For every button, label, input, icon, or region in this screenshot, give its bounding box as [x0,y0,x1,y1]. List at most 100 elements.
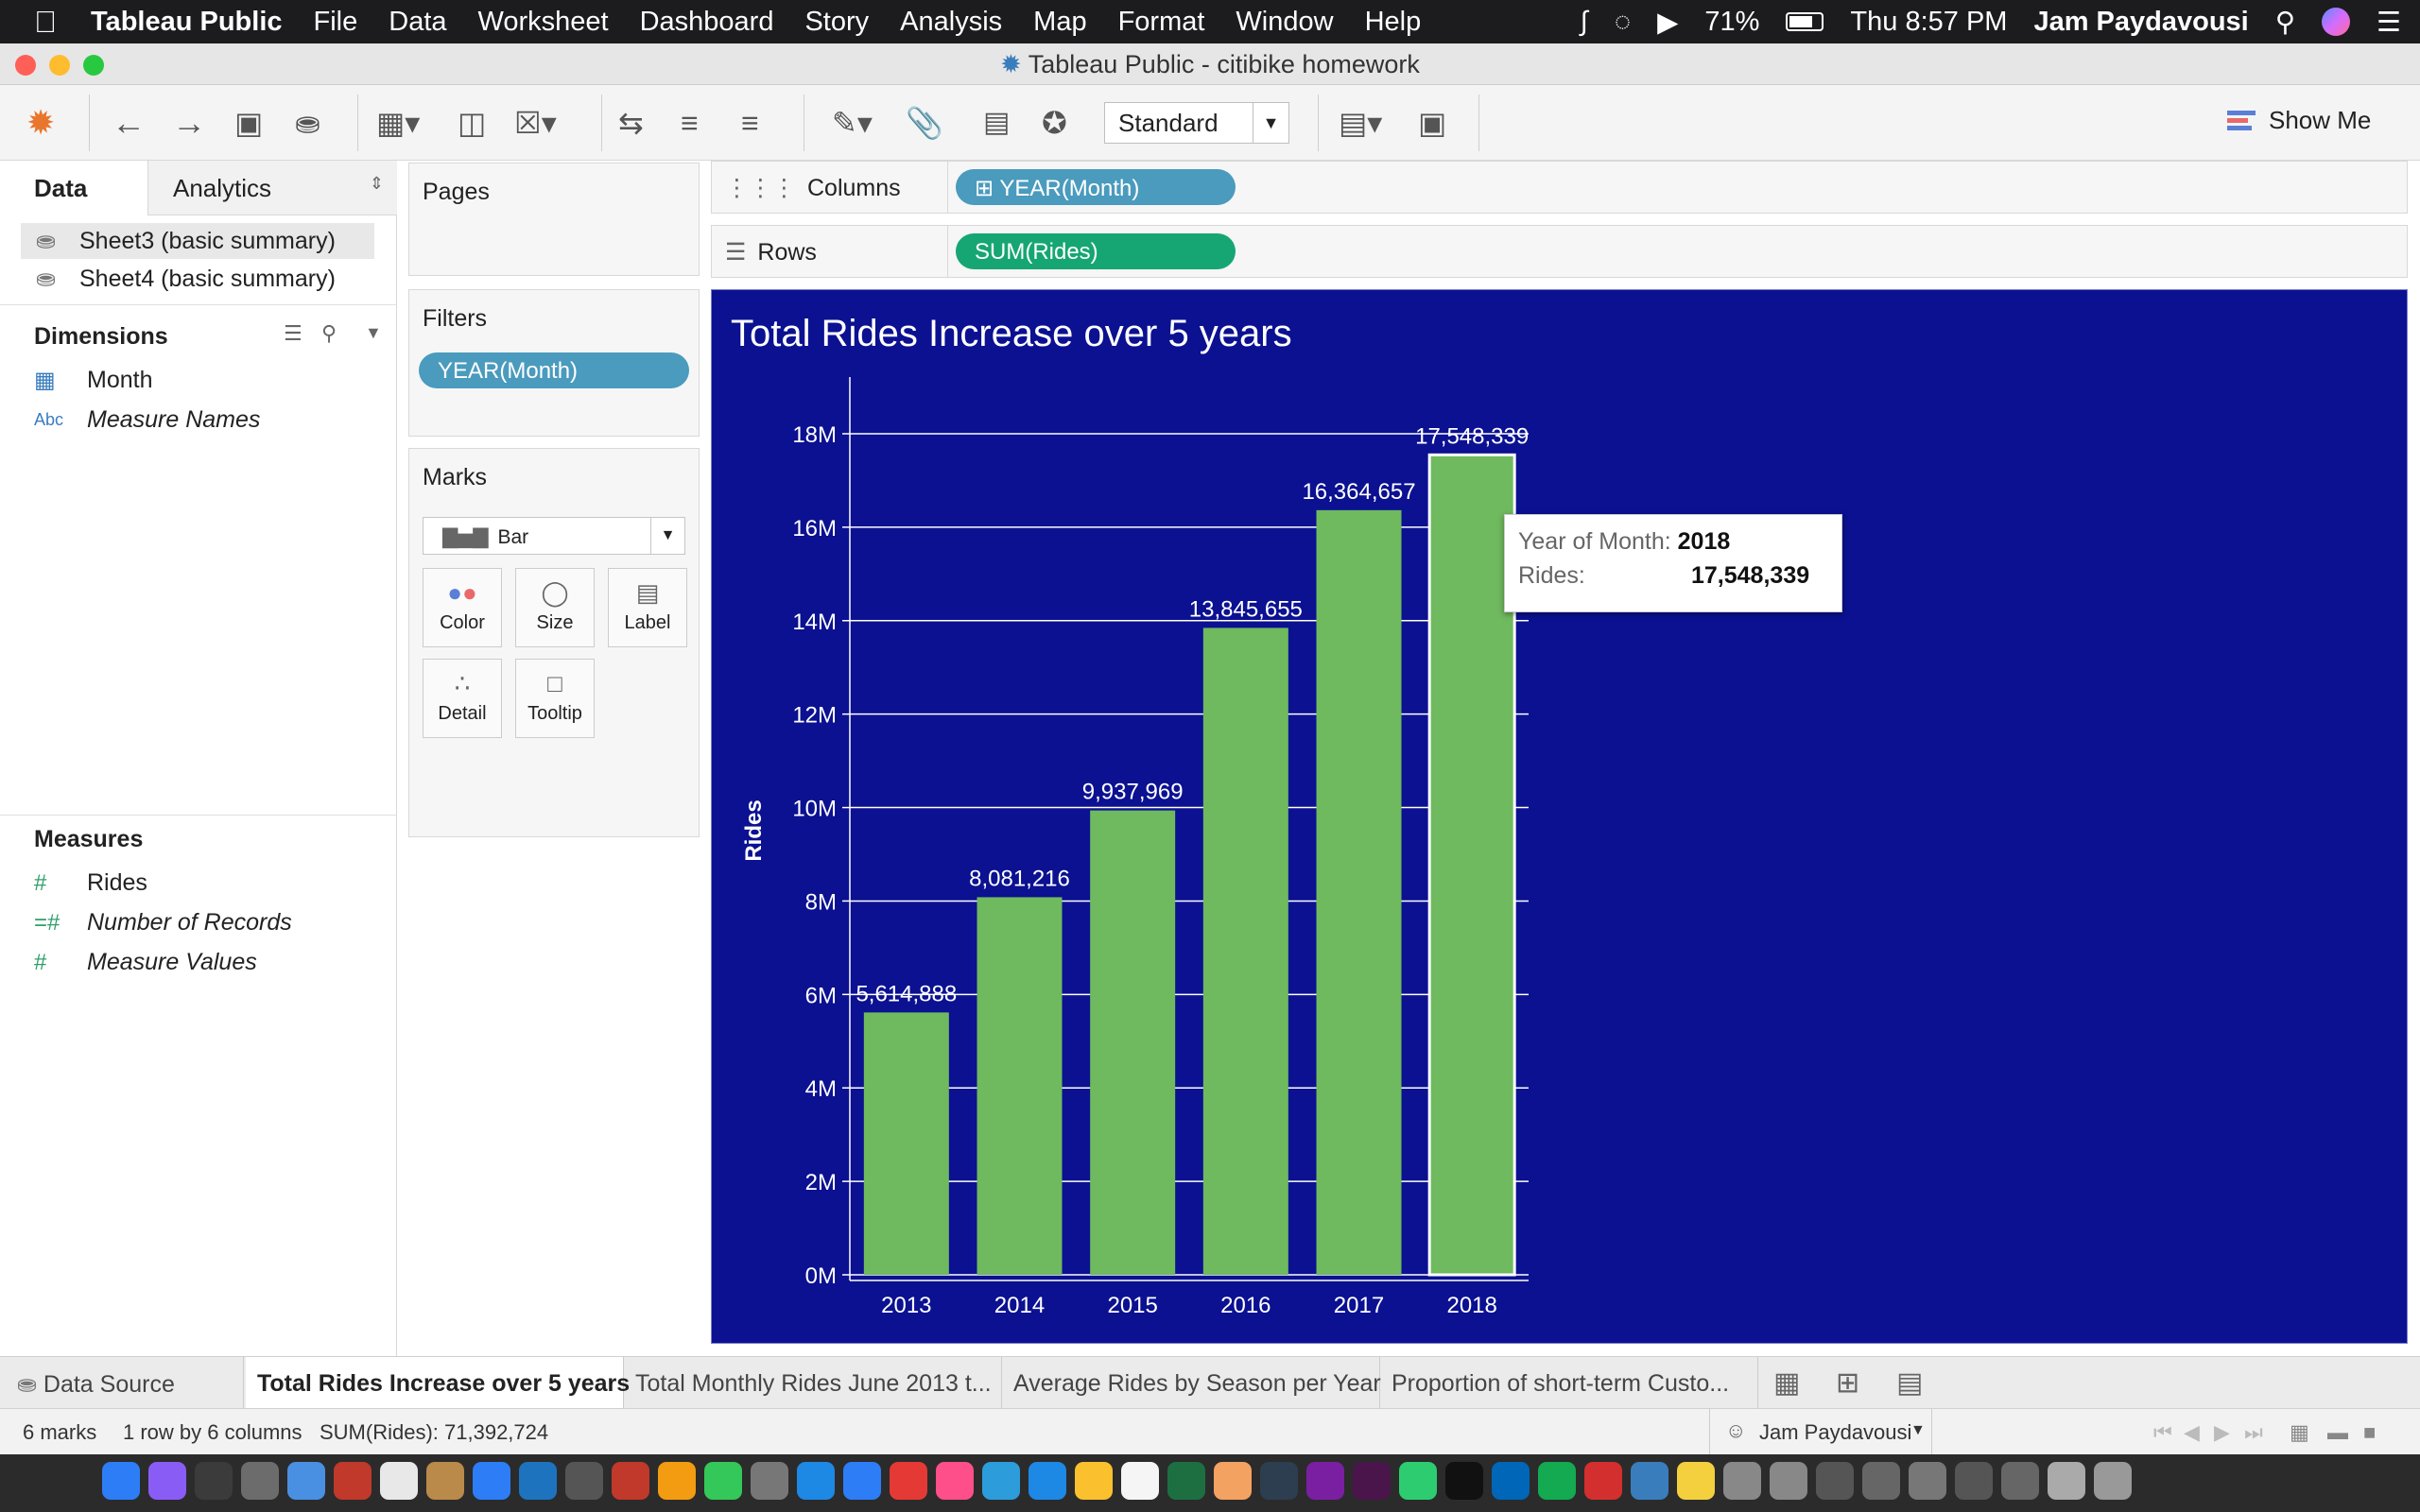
menu-app-name[interactable]: Tableau Public [91,7,283,38]
siri-icon[interactable] [2322,8,2350,36]
tabs-view-icon[interactable]: ■ [2363,1420,2376,1445]
sort-ascending-icon[interactable]: ≡ [681,102,699,144]
dock-app-icon[interactable] [565,1462,603,1500]
first-page-icon[interactable]: ⏮ [2153,1420,2172,1445]
new-data-source-icon[interactable]: ⛂ [295,102,320,144]
menu-user[interactable]: Jam Paydavousi [2033,7,2248,38]
dock-app-icon[interactable] [612,1462,649,1500]
dock-app-icon[interactable] [2048,1462,2085,1500]
pages-card[interactable]: Pages [408,163,700,276]
dock-app-icon[interactable] [704,1462,742,1500]
battery-icon[interactable] [1786,12,1824,31]
notification-center-icon[interactable]: ☰ [2377,6,2401,39]
new-worksheet-icon[interactable]: ▦ [1773,1366,1800,1400]
group-members-icon[interactable]: 📎 [906,102,943,144]
dock-app-icon[interactable] [1167,1462,1205,1500]
dock-app-icon[interactable] [1631,1462,1668,1500]
dock-app-icon[interactable] [473,1462,510,1500]
tooltip-mark-button[interactable]: □ Tooltip [515,659,595,738]
dock-app-icon[interactable] [148,1462,186,1500]
menu-clock[interactable]: Thu 8:57 PM [1850,7,2007,38]
sort-descending-icon[interactable]: ≡ [741,102,759,144]
menu-map[interactable]: Map [1033,7,1086,38]
dock-app-icon[interactable] [241,1462,279,1500]
dock-app-icon[interactable] [287,1462,325,1500]
dock-app-icon[interactable] [2094,1462,2132,1500]
dock-app-icon[interactable] [1399,1462,1437,1500]
columns-pill-year-month[interactable]: ⊞ YEAR(Month) [956,169,1236,205]
measure-field-measure-values[interactable]: # Measure Values [34,949,257,976]
new-story-icon[interactable]: ▤ [1896,1366,1923,1400]
chevron-down-icon[interactable]: ▼ [365,323,382,343]
color-mark-button[interactable]: ●● Color [423,568,502,647]
expand-plus-icon[interactable]: ⊞ [975,176,999,201]
dock-app-icon[interactable] [658,1462,696,1500]
dock-app-icon[interactable] [982,1462,1020,1500]
dock-app-icon[interactable] [1445,1462,1483,1500]
tab-sheet[interactable]: Total Rides Increase over 5 years [246,1357,630,1408]
highlight-icon[interactable]: ✎▾ [832,102,873,144]
menu-help[interactable]: Help [1365,7,1422,38]
list-view-icon[interactable]: ☰ [284,321,302,346]
show-me-button[interactable]: Show Me [2227,106,2371,135]
dock-app-icon[interactable] [334,1462,372,1500]
bar-chart[interactable]: 0M 2M 4M 6M 8M 10M 12M 14M 16M 18M Rides 5,614,888 2… [712,290,2409,1345]
show-mark-labels-icon[interactable]: ▤ [983,102,1010,144]
dock-app-icon[interactable] [1723,1462,1761,1500]
detail-mark-button[interactable]: ∴ Detail [423,659,502,738]
mark-type-select[interactable]: ▇▅▇ Bar ▼ [423,517,685,555]
save-icon[interactable]: ▣ [234,102,263,144]
dock-app-icon[interactable] [1677,1462,1715,1500]
chevron-updown-icon[interactable]: ⇕ [370,174,384,194]
undo-icon[interactable]: ← [112,102,146,144]
redo-icon[interactable]: → [172,102,206,144]
dock-app-icon[interactable] [1028,1462,1066,1500]
label-mark-button[interactable]: ▤ Label [608,568,687,647]
fit-select[interactable]: Standard ▼ [1104,102,1289,144]
swap-rows-columns-icon[interactable]: ⇆ [618,102,644,144]
size-mark-button[interactable]: ◯ Size [515,568,595,647]
dock-app-icon[interactable] [519,1462,557,1500]
chevron-down-icon[interactable]: ▼ [650,518,684,554]
menu-story[interactable]: Story [804,7,869,38]
previous-page-icon[interactable]: ◀ [2184,1420,2200,1445]
clear-sheet-icon[interactable]: ☒▾ [514,102,557,144]
spotlight-search-icon[interactable]: ⚲ [2275,6,2295,39]
dock-app-icon[interactable] [426,1462,464,1500]
menu-format[interactable]: Format [1118,7,1205,38]
presentation-mode-icon[interactable]: ▣ [1418,102,1446,144]
data-source-item[interactable]: ⛂ Sheet4 (basic summary) [21,261,374,297]
dock-app-icon[interactable] [936,1462,974,1500]
next-page-icon[interactable]: ▶ [2214,1420,2230,1445]
duplicate-sheet-icon[interactable]: ◫ [458,102,486,144]
chevron-down-icon[interactable]: ▼ [1910,1422,1926,1439]
dock-app-icon[interactable] [1816,1462,1854,1500]
new-dashboard-icon[interactable]: ⊞ [1836,1366,1859,1400]
menu-analysis[interactable]: Analysis [900,7,1002,38]
dimension-field-month[interactable]: ▦ Month [34,367,152,394]
dock-app-icon[interactable] [797,1462,835,1500]
dock-app-icon[interactable] [843,1462,881,1500]
dock-app-icon[interactable] [1862,1462,1900,1500]
measure-field-rides[interactable]: # Rides [34,869,147,897]
dock-app-icon[interactable] [102,1462,140,1500]
tab-sheet[interactable]: Average Rides by Season per Year [1002,1357,1381,1408]
sheet-sorter-icon[interactable]: ▦ [2290,1420,2309,1445]
dock-app-icon[interactable] [1492,1462,1530,1500]
menu-window[interactable]: Window [1236,7,1333,38]
dock-app-icon[interactable] [1353,1462,1391,1500]
dock-app-icon[interactable] [1538,1462,1576,1500]
tab-sheet[interactable]: Proportion of short-term Custo... [1380,1357,1758,1408]
dock-app-icon[interactable] [2001,1462,2039,1500]
dock-app-icon[interactable] [1306,1462,1344,1500]
dimension-field-measure-names[interactable]: Abc Measure Names [34,406,260,434]
dock-app-icon[interactable] [1075,1462,1113,1500]
dock-app-icon[interactable] [751,1462,788,1500]
tableau-logo-icon[interactable]: ✹ [26,102,55,144]
tab-analytics[interactable]: Analytics ⇕ [147,161,397,215]
tab-sheet[interactable]: Total Monthly Rides June 2013 t... [624,1357,1002,1408]
tab-data[interactable]: Data [0,161,147,215]
dock-app-icon[interactable] [1214,1462,1252,1500]
dock-app-icon[interactable] [380,1462,418,1500]
last-page-icon[interactable]: ⏭ [2244,1420,2263,1445]
